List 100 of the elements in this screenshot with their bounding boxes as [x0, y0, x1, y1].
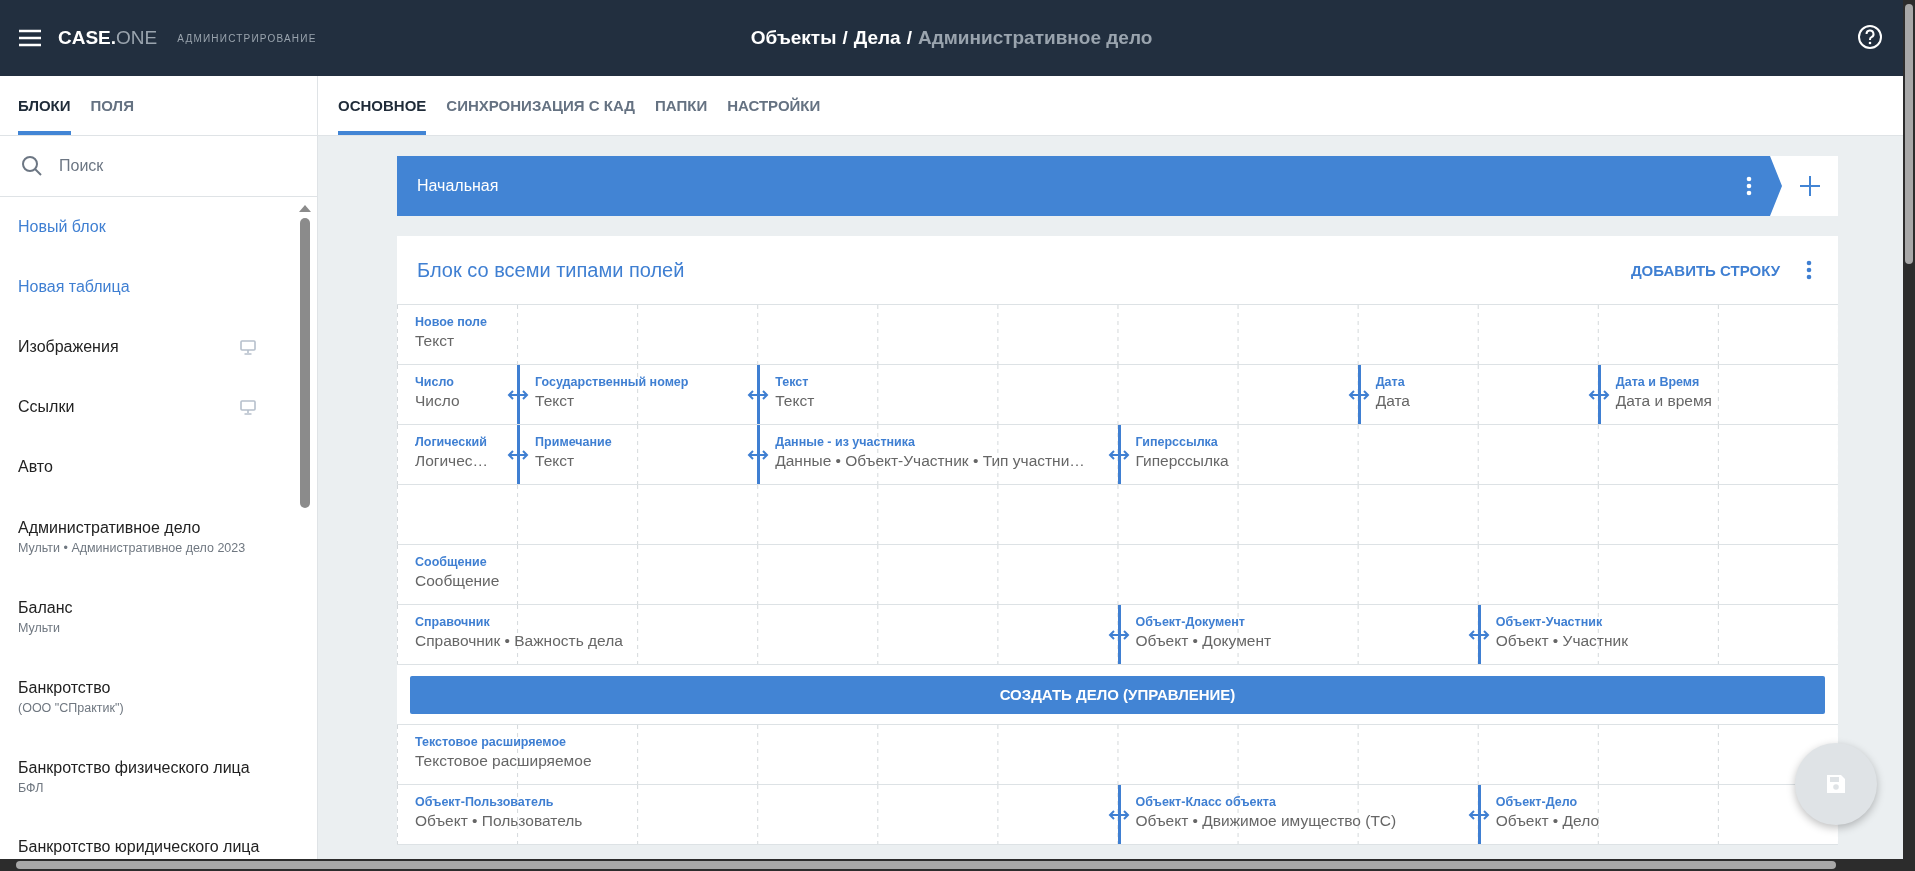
- resize-handle-icon[interactable]: [747, 449, 770, 461]
- field-label: Дата: [1375, 375, 1406, 389]
- field-type: Данные • Объект-Участник • Тип участни…: [775, 452, 1086, 470]
- field-label: Гиперссылка: [1135, 435, 1219, 449]
- new-block-link[interactable]: Новая таблица: [0, 257, 282, 317]
- scrollbar[interactable]: [1903, 0, 1915, 859]
- field-label: Объект-Класс объекта: [1135, 795, 1277, 809]
- resize-handle-icon[interactable]: [1587, 389, 1610, 401]
- breadcrumb-separator: /: [906, 27, 912, 49]
- field-label: Сообщение: [415, 555, 488, 569]
- item-title: Банкротство физического лица: [18, 759, 251, 777]
- field-label: Справочник: [415, 615, 491, 629]
- search-icon: [21, 155, 43, 177]
- field-label: Объект-Пользователь: [415, 795, 555, 809]
- item-title: Ссылки: [18, 398, 76, 416]
- field-label: Объект-Дело: [1495, 795, 1579, 809]
- field-label: Логический: [415, 435, 488, 449]
- block-list-item[interactable]: Ссылки: [0, 377, 282, 437]
- field-type: Дата и время: [1615, 392, 1713, 410]
- resize-handle-icon[interactable]: [747, 389, 770, 401]
- field-label: Государственный номер: [535, 375, 690, 389]
- field-type: Дата: [1375, 392, 1411, 410]
- block-list-item[interactable]: Банкротство юридического лица: [0, 817, 282, 859]
- sidebar-tab[interactable]: БЛОКИ: [18, 76, 71, 135]
- field-type: Текст: [415, 332, 456, 350]
- item-title: Новый блок: [18, 218, 107, 236]
- scrollbar[interactable]: [0, 859, 1915, 871]
- field-label: Новое поле: [415, 315, 488, 329]
- menu-icon[interactable]: [18, 29, 42, 47]
- breadcrumb-separator: /: [842, 27, 848, 49]
- monitor-icon: [240, 399, 256, 415]
- field-type: Текст: [535, 392, 576, 410]
- field-type: Объект • Дело: [1495, 812, 1600, 830]
- block-list-item[interactable]: Изображения: [0, 317, 282, 377]
- tab[interactable]: ОСНОВНОЕ: [338, 76, 427, 135]
- field-type: Справочник • Важность дела: [415, 632, 624, 650]
- resize-handle-icon[interactable]: [507, 389, 530, 401]
- field-label: Объект-Документ: [1135, 615, 1246, 629]
- field-label: Примечание: [535, 435, 613, 449]
- block-list-item[interactable]: Административное дело Мульти • Административное дело 2023: [0, 497, 282, 577]
- resize-handle-icon[interactable]: [1467, 629, 1490, 641]
- logo: CASE.ONE: [58, 27, 158, 49]
- resize-handle-icon[interactable]: [1347, 389, 1370, 401]
- field-type: Объект • Документ: [1135, 632, 1273, 650]
- help-icon[interactable]: [1857, 24, 1883, 50]
- field-type: Логичес…: [415, 452, 490, 470]
- field-type: Сообщение: [415, 572, 501, 590]
- new-block-link[interactable]: Новый блок: [0, 197, 282, 257]
- item-subtitle: Мульти: [18, 621, 62, 635]
- resize-handle-icon[interactable]: [1107, 449, 1130, 461]
- save-icon: [1825, 773, 1847, 795]
- field-label: Дата и Время: [1615, 375, 1701, 389]
- sidebar-tab[interactable]: ПОЛЯ: [90, 76, 134, 135]
- field-type: Гиперссылка: [1135, 452, 1230, 470]
- item-subtitle: БФЛ: [18, 781, 45, 795]
- field-label: Текстовое расширяемое: [415, 735, 568, 749]
- plus-icon: [1799, 175, 1821, 197]
- page-tab[interactable]: Начальная: [397, 156, 1782, 216]
- resize-handle-icon[interactable]: [507, 449, 530, 461]
- item-title: Банкротство юридического лица: [18, 838, 261, 856]
- field-type: Текст: [535, 452, 576, 470]
- add-row-button[interactable]: ДОБАВИТЬ СТРОКУ: [1626, 255, 1784, 285]
- item-title: Новая таблица: [18, 278, 131, 296]
- resize-handle-icon[interactable]: [1107, 629, 1130, 641]
- item-title: Административное дело: [18, 519, 202, 537]
- more-icon[interactable]: [1806, 260, 1812, 280]
- block-title: Блок со всеми типами полей: [417, 258, 686, 282]
- breadcrumb-item[interactable]: Дела: [853, 27, 901, 49]
- field-type: Объект • Движимое имущество (ТС): [1135, 812, 1398, 830]
- item-title: Банкротство: [18, 679, 112, 697]
- field-label: Текст: [775, 375, 810, 389]
- field-type: Объект • Пользователь: [415, 812, 584, 830]
- field-type: Число: [415, 392, 461, 410]
- breadcrumb-item[interactable]: Объекты: [750, 27, 837, 49]
- field-type: Текст: [775, 392, 816, 410]
- item-subtitle: (ООО "СПрактик"): [18, 701, 125, 715]
- create-case-button[interactable]: СОЗДАТЬ ДЕЛО (УПРАВЛЕНИЕ): [410, 675, 1825, 714]
- item-title: Баланс: [18, 599, 74, 617]
- block-list-item[interactable]: Банкротство (ООО "СПрактик"): [0, 657, 282, 737]
- field-label: Число: [415, 375, 455, 389]
- tab[interactable]: СИНХРОНИЗАЦИЯ С КАД: [446, 76, 636, 135]
- tab[interactable]: НАСТРОЙКИ: [727, 76, 821, 135]
- item-subtitle: Мульти • Административное дело 2023: [18, 541, 247, 555]
- block-list-item[interactable]: Банкротство физического лица БФЛ: [0, 737, 282, 817]
- block-list-item[interactable]: Авто: [0, 437, 282, 497]
- more-icon[interactable]: [1746, 176, 1752, 196]
- field-label: Данные - из участника: [775, 435, 916, 449]
- item-title: Авто: [18, 458, 54, 476]
- monitor-icon: [240, 339, 256, 355]
- resize-handle-icon[interactable]: [1467, 809, 1490, 821]
- page-title: Начальная: [417, 177, 500, 195]
- breadcrumb-item: Административное дело: [917, 27, 1153, 49]
- field-type: Текстовое расширяемое: [415, 752, 593, 770]
- app-section-label: АДМИНИСТРИРОВАНИЕ: [177, 32, 317, 44]
- tab[interactable]: ПАПКИ: [655, 76, 708, 135]
- item-title: Изображения: [18, 338, 120, 356]
- resize-handle-icon[interactable]: [1107, 809, 1130, 821]
- field-label: Объект-Участник: [1495, 615, 1604, 629]
- search-field[interactable]: Поиск: [57, 156, 281, 176]
- block-list-item[interactable]: Баланс Мульти: [0, 577, 282, 657]
